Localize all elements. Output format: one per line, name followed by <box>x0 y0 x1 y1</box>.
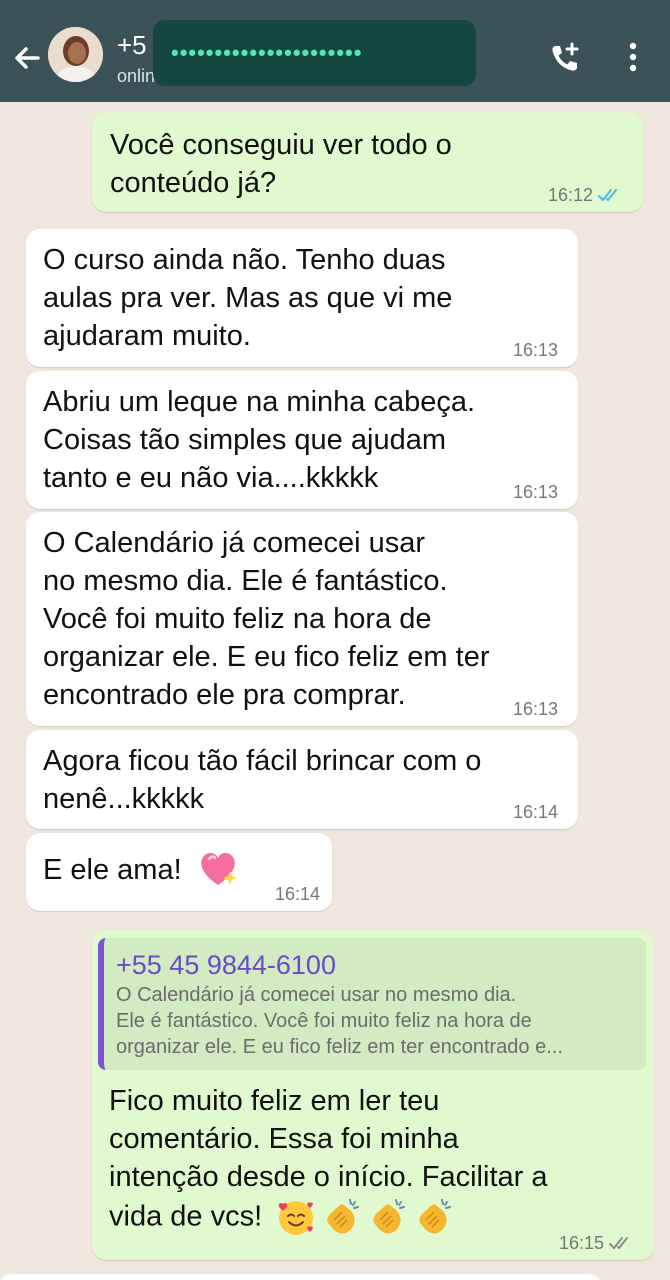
chat-area[interactable]: Você conseguiu ver todo o conteúdo já? 1… <box>0 102 670 1280</box>
message-text: O curso ainda não. Tenho duas aulas pra … <box>43 244 453 352</box>
back-button[interactable] <box>8 38 48 78</box>
phone-plus-icon <box>552 42 579 71</box>
next-message-edge <box>0 1274 600 1280</box>
message-meta: 16:14 <box>513 803 558 821</box>
message-bubble-incoming[interactable]: O curso ainda não. Tenho duas aulas pra … <box>26 229 578 367</box>
add-call-button[interactable] <box>545 38 585 78</box>
message-text: O Calendário já comecei usar no mesmo di… <box>43 527 490 711</box>
contact-name[interactable]: +5 <box>117 30 147 61</box>
message-meta: 16:15 <box>559 1234 634 1252</box>
clapping-hands-icon <box>419 1199 452 1234</box>
message-bubble-outgoing-reply[interactable]: +55 45 9844-6100 O Calendário já comecei… <box>92 930 654 1260</box>
message-meta: 16:13 <box>513 700 558 718</box>
clapping-hands-icon <box>373 1199 406 1234</box>
message-text: E ele ama! <box>43 854 182 886</box>
chat-header: +5 online •••••••••••••••••••••• <box>0 0 670 102</box>
message-bubble-incoming[interactable]: E ele ama! 16:14 <box>26 833 332 911</box>
avatar-photo-icon <box>48 27 103 82</box>
double-check-delivered-icon <box>609 1237 628 1249</box>
contact-status: online <box>117 66 157 86</box>
message-text: Abriu um leque na minha cabeça. Coisas t… <box>43 386 476 494</box>
message-bubble-incoming[interactable]: O Calendário já comecei usar no mesmo di… <box>26 512 578 726</box>
arrow-left-icon <box>15 47 40 69</box>
message-bubble-incoming[interactable]: Abriu um leque na minha cabeça. Coisas t… <box>26 371 578 509</box>
redaction-overlay: •••••••••••••••••••••• <box>153 20 476 86</box>
quoted-sender: +55 45 9844-6100 <box>116 950 336 980</box>
sparkling-heart-icon <box>200 853 237 886</box>
quoted-text: O Calendário já comecei usar no mesmo di… <box>116 984 563 1058</box>
message-time: 16:13 <box>512 699 558 719</box>
message-bubble-outgoing[interactable]: Você conseguiu ver todo o conteúdo já? 1… <box>92 112 643 212</box>
double-check-read-icon <box>598 189 617 201</box>
message-meta: 16:13 <box>513 341 558 359</box>
message-time: 16:13 <box>512 340 558 360</box>
message-meta: 16:14 <box>275 885 320 903</box>
redaction-dots: •••••••••••••••••••••• <box>171 40 363 65</box>
message-meta: 16:13 <box>513 483 558 501</box>
message-meta: 16:12 <box>548 186 623 204</box>
more-options-button[interactable] <box>618 38 648 78</box>
message-bubble-incoming[interactable]: Agora ficou tão fácil brincar com o nenê… <box>26 730 578 829</box>
avatar[interactable] <box>48 27 103 82</box>
smiling-face-with-hearts-icon <box>278 1201 314 1235</box>
message-time: 16:12 <box>547 185 593 205</box>
quoted-message[interactable]: +55 45 9844-6100 O Calendário já comecei… <box>98 938 646 1070</box>
message-time: 16:15 <box>558 1233 604 1253</box>
message-text: Agora ficou tão fácil brincar com o nenê… <box>43 745 482 815</box>
clapping-hands-icon <box>327 1199 360 1234</box>
message-time: 16:14 <box>512 802 558 822</box>
message-emojis <box>274 1196 456 1240</box>
kebab-menu-icon <box>629 42 637 72</box>
message-time: 16:13 <box>512 482 558 502</box>
message-time: 16:14 <box>274 884 320 904</box>
